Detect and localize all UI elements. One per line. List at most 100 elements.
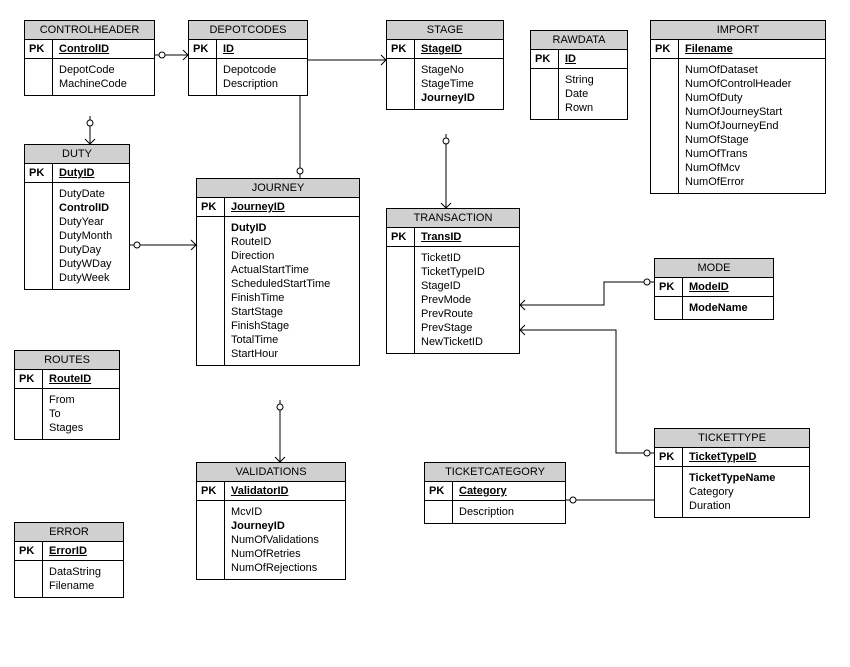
attr: PrevStage	[421, 321, 513, 335]
fk-attr: JourneyID	[231, 519, 339, 533]
entity-title: CONTROLHEADER	[25, 21, 154, 40]
entity-title: TRANSACTION	[387, 209, 519, 228]
pk-label: PK	[425, 482, 453, 500]
entity-title: RAWDATA	[531, 31, 627, 50]
fk-attr: ControlID	[59, 201, 123, 215]
pk-name: ValidatorID	[225, 482, 345, 500]
attr: Description	[223, 77, 301, 91]
attr: Rown	[565, 101, 621, 115]
attr: NumOfControlHeader	[685, 77, 819, 91]
entity-journey: JOURNEY PK JourneyID DutyID RouteID Dire…	[196, 178, 360, 366]
pk-label: PK	[387, 40, 415, 58]
entity-mode: MODE PK ModeID ModeName	[654, 258, 774, 320]
pk-label: PK	[387, 228, 415, 246]
pk-name: ModeID	[683, 278, 773, 296]
attr: FinishTime	[231, 291, 353, 305]
attr: NumOfMcv	[685, 161, 819, 175]
entity-title: TICKETTYPE	[655, 429, 809, 448]
attr: RouteID	[231, 235, 353, 249]
pk-name: RouteID	[43, 370, 119, 388]
attr: NumOfRetries	[231, 547, 339, 561]
entity-rawdata: RAWDATA PK ID String Date Rown	[530, 30, 628, 120]
attr: NewTicketID	[421, 335, 513, 349]
attr: DutyYear	[59, 215, 123, 229]
attr: Depotcode	[223, 63, 301, 77]
attr: StartHour	[231, 347, 353, 361]
pk-label: PK	[189, 40, 217, 58]
pk-name: ErrorID	[43, 542, 123, 560]
entity-validations: VALIDATIONS PK ValidatorID McvID Journey…	[196, 462, 346, 580]
attr: From	[49, 393, 113, 407]
entity-depotcodes: DEPOTCODES PK ID Depotcode Description	[188, 20, 308, 96]
attr: Duration	[689, 499, 803, 513]
attr: McvID	[231, 505, 339, 519]
attr: NumOfValidations	[231, 533, 339, 547]
attr: NumOfTrans	[685, 147, 819, 161]
entity-title: TICKETCATEGORY	[425, 463, 565, 482]
entity-title: ROUTES	[15, 351, 119, 370]
pk-name: JourneyID	[225, 198, 359, 216]
pk-label: PK	[15, 370, 43, 388]
attr: StartStage	[231, 305, 353, 319]
attr: TicketID	[421, 251, 513, 265]
entity-title: MODE	[655, 259, 773, 278]
attr: PrevRoute	[421, 307, 513, 321]
attr: Description	[459, 505, 559, 519]
attr: StageNo	[421, 63, 497, 77]
entity-controlheader: CONTROLHEADER PK ControlID DepotCode Mac…	[24, 20, 155, 96]
attr: NumOfRejections	[231, 561, 339, 575]
pk-name: Category	[453, 482, 565, 500]
pk-label: PK	[655, 278, 683, 296]
attr: NumOfStage	[685, 133, 819, 147]
entity-title: DEPOTCODES	[189, 21, 307, 40]
attr: PrevMode	[421, 293, 513, 307]
entity-title: STAGE	[387, 21, 503, 40]
entity-tickettype: TICKETTYPE PK TicketTypeID TicketTypeNam…	[654, 428, 810, 518]
pk-name: ID	[559, 50, 627, 68]
attr: Category	[689, 485, 803, 499]
attr: TicketTypeID	[421, 265, 513, 279]
attr: Stages	[49, 421, 113, 435]
pk-name: Filename	[679, 40, 825, 58]
pk-name: ControlID	[53, 40, 154, 58]
attr: DepotCode	[59, 63, 148, 77]
entity-title: DUTY	[25, 145, 129, 164]
entity-import: IMPORT PK Filename NumOfDataset NumOfCon…	[650, 20, 826, 194]
attr: To	[49, 407, 113, 421]
attr: DutyMonth	[59, 229, 123, 243]
entity-ticketcategory: TICKETCATEGORY PK Category Description	[424, 462, 566, 524]
attr: ActualStartTime	[231, 263, 353, 277]
attr: MachineCode	[59, 77, 148, 91]
attr: NumOfDuty	[685, 91, 819, 105]
attr: NumOfJourneyEnd	[685, 119, 819, 133]
entity-title: ERROR	[15, 523, 123, 542]
entity-title: VALIDATIONS	[197, 463, 345, 482]
attr: NumOfDataset	[685, 63, 819, 77]
attr: StageTime	[421, 77, 497, 91]
pk-label: PK	[655, 448, 683, 466]
attr: Direction	[231, 249, 353, 263]
pk-label: PK	[197, 198, 225, 216]
fk-attr: DutyID	[231, 221, 353, 235]
fk-attr: ModeName	[689, 301, 767, 315]
pk-label: PK	[25, 164, 53, 182]
entity-duty: DUTY PK DutyID DutyDate ControlID DutyYe…	[24, 144, 130, 290]
pk-label: PK	[651, 40, 679, 58]
entity-title: IMPORT	[651, 21, 825, 40]
attr: Filename	[49, 579, 117, 593]
attr: DutyWDay	[59, 257, 123, 271]
attr: String	[565, 73, 621, 87]
pk-label: PK	[531, 50, 559, 68]
attr: StageID	[421, 279, 513, 293]
attr: DutyDate	[59, 187, 123, 201]
attr: DutyWeek	[59, 271, 123, 285]
pk-label: PK	[197, 482, 225, 500]
attr: TotalTime	[231, 333, 353, 347]
attr: NumOfError	[685, 175, 819, 189]
pk-name: TransID	[415, 228, 519, 246]
entity-error: ERROR PK ErrorID DataString Filename	[14, 522, 124, 598]
entity-title: JOURNEY	[197, 179, 359, 198]
pk-label: PK	[25, 40, 53, 58]
attr: NumOfJourneyStart	[685, 105, 819, 119]
attr: Date	[565, 87, 621, 101]
